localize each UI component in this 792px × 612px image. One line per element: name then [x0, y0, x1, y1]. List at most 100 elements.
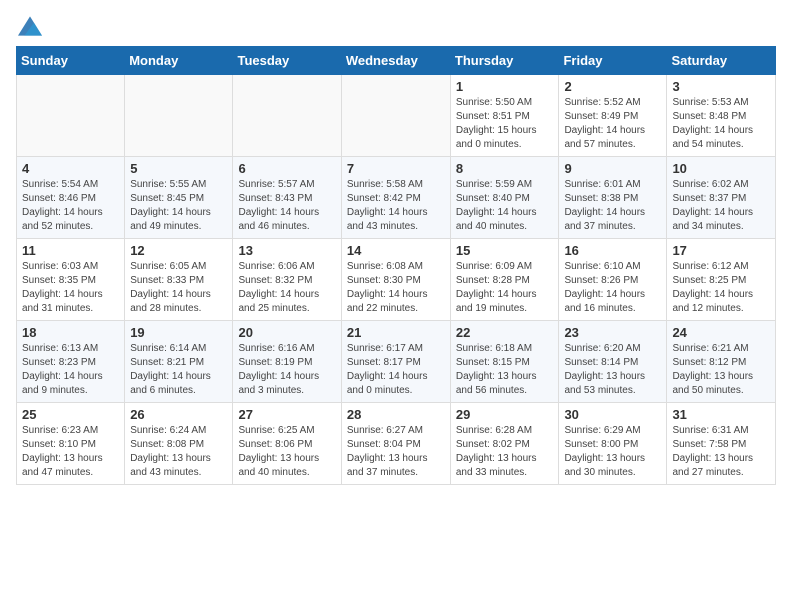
day-header-monday: Monday	[125, 47, 233, 75]
day-info: Sunrise: 5:57 AM Sunset: 8:43 PM Dayligh…	[238, 178, 335, 234]
day-number: 10	[672, 161, 770, 176]
day-number: 21	[347, 325, 445, 340]
day-header-thursday: Thursday	[450, 47, 559, 75]
calendar-week-row: 4 Sunrise: 5:54 AM Sunset: 8:46 PM Daylig…	[17, 157, 776, 239]
calendar-cell: 27 Sunrise: 6:25 AM Sunset: 8:06 PM Dayli…	[233, 403, 341, 485]
day-info: Sunrise: 5:52 AM Sunset: 8:49 PM Dayligh…	[564, 96, 661, 152]
day-number: 22	[456, 325, 554, 340]
day-number: 5	[130, 161, 227, 176]
day-info: Sunrise: 6:03 AM Sunset: 8:35 PM Dayligh…	[22, 260, 119, 316]
calendar-cell: 17 Sunrise: 6:12 AM Sunset: 8:25 PM Dayli…	[667, 239, 776, 321]
calendar-week-row: 1Sunrise: 5:50 AM Sunset: 8:51 PM Daylig…	[17, 75, 776, 157]
day-info: Sunrise: 6:20 AM Sunset: 8:14 PM Dayligh…	[564, 342, 661, 398]
day-info: Sunrise: 6:25 AM Sunset: 8:06 PM Dayligh…	[238, 424, 335, 480]
day-number: 24	[672, 325, 770, 340]
day-header-saturday: Saturday	[667, 47, 776, 75]
day-info: Sunrise: 5:59 AM Sunset: 8:40 PM Dayligh…	[456, 178, 554, 234]
day-number: 30	[564, 407, 661, 422]
day-number: 15	[456, 243, 554, 258]
calendar-table: SundayMondayTuesdayWednesdayThursdayFrid…	[16, 46, 776, 485]
day-number: 3	[672, 79, 770, 94]
day-number: 31	[672, 407, 770, 422]
day-info: Sunrise: 6:09 AM Sunset: 8:28 PM Dayligh…	[456, 260, 554, 316]
day-number: 4	[22, 161, 119, 176]
day-number: 17	[672, 243, 770, 258]
calendar-cell: 10 Sunrise: 6:02 AM Sunset: 8:37 PM Dayli…	[667, 157, 776, 239]
day-number: 7	[347, 161, 445, 176]
day-info: Sunrise: 6:05 AM Sunset: 8:33 PM Dayligh…	[130, 260, 227, 316]
calendar-cell: 29Sunrise: 6:28 AM Sunset: 8:02 PM Dayli…	[450, 403, 559, 485]
day-info: Sunrise: 6:27 AM Sunset: 8:04 PM Dayligh…	[347, 424, 445, 480]
calendar-cell: 3 Sunrise: 5:53 AM Sunset: 8:48 PM Daylig…	[667, 75, 776, 157]
day-info: Sunrise: 6:14 AM Sunset: 8:21 PM Dayligh…	[130, 342, 227, 398]
day-info: Sunrise: 6:16 AM Sunset: 8:19 PM Dayligh…	[238, 342, 335, 398]
day-info: Sunrise: 6:02 AM Sunset: 8:37 PM Dayligh…	[672, 178, 770, 234]
calendar-cell: 28 Sunrise: 6:27 AM Sunset: 8:04 PM Dayli…	[341, 403, 450, 485]
day-number: 9	[564, 161, 661, 176]
calendar-cell: 20Sunrise: 6:16 AM Sunset: 8:19 PM Dayli…	[233, 321, 341, 403]
day-info: Sunrise: 6:01 AM Sunset: 8:38 PM Dayligh…	[564, 178, 661, 234]
logo-icon	[18, 16, 42, 36]
day-header-friday: Friday	[559, 47, 667, 75]
day-info: Sunrise: 6:31 AM Sunset: 7:58 PM Dayligh…	[672, 424, 770, 480]
day-info: Sunrise: 5:50 AM Sunset: 8:51 PM Dayligh…	[456, 96, 554, 152]
day-number: 14	[347, 243, 445, 258]
day-info: Sunrise: 5:53 AM Sunset: 8:48 PM Dayligh…	[672, 96, 770, 152]
day-info: Sunrise: 6:08 AM Sunset: 8:30 PM Dayligh…	[347, 260, 445, 316]
day-info: Sunrise: 6:18 AM Sunset: 8:15 PM Dayligh…	[456, 342, 554, 398]
logo	[16, 16, 42, 36]
calendar-cell: 15 Sunrise: 6:09 AM Sunset: 8:28 PM Dayli…	[450, 239, 559, 321]
calendar-cell	[17, 75, 125, 157]
day-info: Sunrise: 6:29 AM Sunset: 8:00 PM Dayligh…	[564, 424, 661, 480]
calendar-cell: 25 Sunrise: 6:23 AM Sunset: 8:10 PM Dayli…	[17, 403, 125, 485]
calendar-cell	[233, 75, 341, 157]
calendar-cell	[125, 75, 233, 157]
calendar-cell: 11Sunrise: 6:03 AM Sunset: 8:35 PM Dayli…	[17, 239, 125, 321]
day-number: 6	[238, 161, 335, 176]
calendar-cell: 1Sunrise: 5:50 AM Sunset: 8:51 PM Daylig…	[450, 75, 559, 157]
day-info: Sunrise: 5:55 AM Sunset: 8:45 PM Dayligh…	[130, 178, 227, 234]
calendar-header-row: SundayMondayTuesdayWednesdayThursdayFrid…	[17, 47, 776, 75]
calendar-cell: 23 Sunrise: 6:20 AM Sunset: 8:14 PM Dayli…	[559, 321, 667, 403]
calendar-cell: 19 Sunrise: 6:14 AM Sunset: 8:21 PM Dayli…	[125, 321, 233, 403]
day-info: Sunrise: 5:54 AM Sunset: 8:46 PM Dayligh…	[22, 178, 119, 234]
calendar-cell: 4 Sunrise: 5:54 AM Sunset: 8:46 PM Daylig…	[17, 157, 125, 239]
day-number: 26	[130, 407, 227, 422]
day-header-wednesday: Wednesday	[341, 47, 450, 75]
day-number: 25	[22, 407, 119, 422]
calendar-week-row: 18 Sunrise: 6:13 AM Sunset: 8:23 PM Dayli…	[17, 321, 776, 403]
page-header	[16, 16, 776, 36]
calendar-cell	[341, 75, 450, 157]
day-header-sunday: Sunday	[17, 47, 125, 75]
calendar-cell: 13Sunrise: 6:06 AM Sunset: 8:32 PM Dayli…	[233, 239, 341, 321]
calendar-week-row: 11Sunrise: 6:03 AM Sunset: 8:35 PM Dayli…	[17, 239, 776, 321]
day-info: Sunrise: 6:12 AM Sunset: 8:25 PM Dayligh…	[672, 260, 770, 316]
calendar-cell: 26 Sunrise: 6:24 AM Sunset: 8:08 PM Dayli…	[125, 403, 233, 485]
calendar-cell: 24 Sunrise: 6:21 AM Sunset: 8:12 PM Dayli…	[667, 321, 776, 403]
calendar-cell: 2 Sunrise: 5:52 AM Sunset: 8:49 PM Daylig…	[559, 75, 667, 157]
day-number: 16	[564, 243, 661, 258]
calendar-cell: 9 Sunrise: 6:01 AM Sunset: 8:38 PM Daylig…	[559, 157, 667, 239]
day-info: Sunrise: 6:13 AM Sunset: 8:23 PM Dayligh…	[22, 342, 119, 398]
day-number: 8	[456, 161, 554, 176]
calendar-cell: 6 Sunrise: 5:57 AM Sunset: 8:43 PM Daylig…	[233, 157, 341, 239]
day-info: Sunrise: 6:23 AM Sunset: 8:10 PM Dayligh…	[22, 424, 119, 480]
day-info: Sunrise: 5:58 AM Sunset: 8:42 PM Dayligh…	[347, 178, 445, 234]
day-number: 27	[238, 407, 335, 422]
calendar-cell: 14 Sunrise: 6:08 AM Sunset: 8:30 PM Dayli…	[341, 239, 450, 321]
day-number: 23	[564, 325, 661, 340]
day-info: Sunrise: 6:17 AM Sunset: 8:17 PM Dayligh…	[347, 342, 445, 398]
day-number: 18	[22, 325, 119, 340]
calendar-cell: 21 Sunrise: 6:17 AM Sunset: 8:17 PM Dayli…	[341, 321, 450, 403]
day-number: 28	[347, 407, 445, 422]
day-info: Sunrise: 6:21 AM Sunset: 8:12 PM Dayligh…	[672, 342, 770, 398]
calendar-cell: 12Sunrise: 6:05 AM Sunset: 8:33 PM Dayli…	[125, 239, 233, 321]
day-info: Sunrise: 6:06 AM Sunset: 8:32 PM Dayligh…	[238, 260, 335, 316]
calendar-cell: 8 Sunrise: 5:59 AM Sunset: 8:40 PM Daylig…	[450, 157, 559, 239]
day-number: 19	[130, 325, 227, 340]
day-number: 2	[564, 79, 661, 94]
calendar-cell: 18 Sunrise: 6:13 AM Sunset: 8:23 PM Dayli…	[17, 321, 125, 403]
day-info: Sunrise: 6:24 AM Sunset: 8:08 PM Dayligh…	[130, 424, 227, 480]
calendar-cell: 7 Sunrise: 5:58 AM Sunset: 8:42 PM Daylig…	[341, 157, 450, 239]
calendar-cell: 30 Sunrise: 6:29 AM Sunset: 8:00 PM Dayli…	[559, 403, 667, 485]
